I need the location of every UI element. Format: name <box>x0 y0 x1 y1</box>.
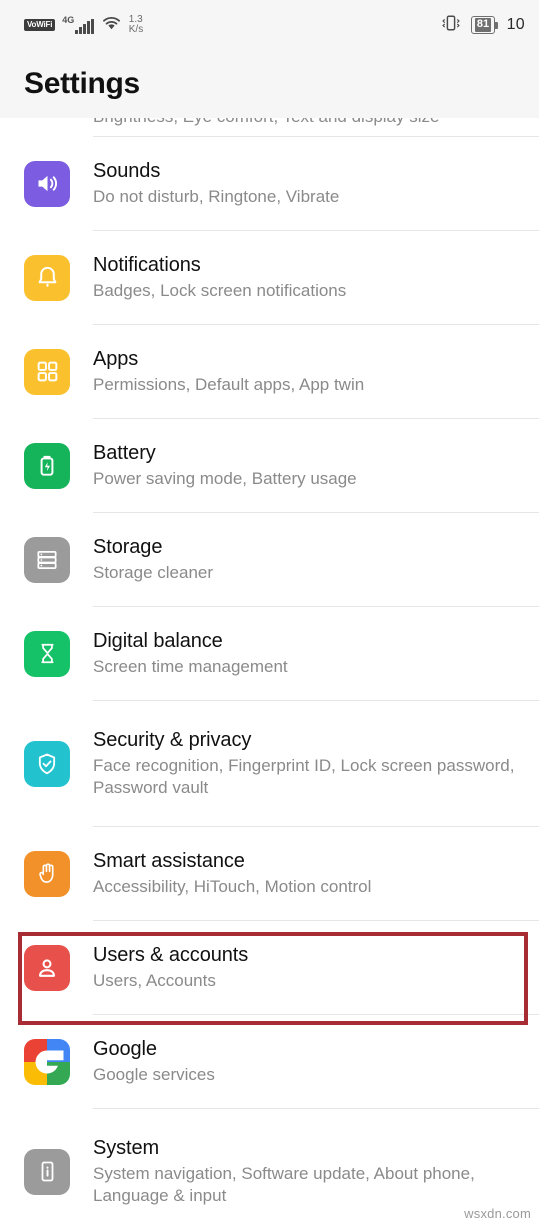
list-item-subtitle: Google services <box>93 1065 215 1085</box>
list-item-subtitle: Badges, Lock screen notifications <box>93 281 347 301</box>
status-bar-right: 81 10 <box>440 14 525 37</box>
battery-icon <box>24 442 70 489</box>
status-bar: VoWiFi 4G 1.3 K/s 81 10 <box>0 0 539 50</box>
list-item-text: Smart assistance Accessibility, HiTouch,… <box>93 849 385 899</box>
settings-screen: VoWiFi 4G 1.3 K/s 81 10 Settings Sounds … <box>0 0 539 1227</box>
list-item-text: Digital balance Screen time management <box>93 629 302 679</box>
list-item-text: Apps Permissions, Default apps, App twin <box>93 347 378 397</box>
vowifi-icon: VoWiFi <box>24 19 56 31</box>
list-item-security-privacy[interactable]: Security & privacy Face recognition, Fin… <box>0 701 539 826</box>
speaker-icon <box>24 160 70 207</box>
list-item-subtitle: Face recognition, Fingerprint ID, Lock s… <box>93 756 515 798</box>
list-item-title: Apps <box>93 347 139 370</box>
list-item-smart-assistance[interactable]: Smart assistance Accessibility, HiTouch,… <box>0 827 539 920</box>
vibrate-icon <box>440 14 462 37</box>
list-item-text: Users & accounts Users, Accounts <box>93 943 262 993</box>
list-item-battery[interactable]: Battery Power saving mode, Battery usage <box>0 419 539 512</box>
battery-percent-label: 81 <box>474 18 492 32</box>
list-item-title: Security & privacy <box>93 728 252 751</box>
list-item-subtitle: System navigation, Software update, Abou… <box>93 1164 475 1206</box>
list-item-text: Security & privacy Face recognition, Fin… <box>93 728 539 800</box>
list-item-sounds[interactable]: Sounds Do not disturb, Ringtone, Vibrate <box>0 137 539 230</box>
google-icon <box>24 1038 70 1085</box>
list-item-text: System System navigation, Software updat… <box>93 1136 539 1208</box>
storage-icon <box>24 536 70 583</box>
list-item-title: Google <box>93 1037 157 1060</box>
list-item-title: Smart assistance <box>93 849 245 872</box>
list-item-subtitle: Permissions, Default apps, App twin <box>93 375 365 395</box>
shield-check-icon <box>24 740 70 787</box>
clock-label: 10 <box>506 16 525 33</box>
cellular-signal-icon: 4G <box>62 16 94 34</box>
list-item-text: Notifications Badges, Lock screen notifi… <box>93 253 360 303</box>
status-bar-left: VoWiFi 4G 1.3 K/s <box>24 13 144 36</box>
settings-list[interactable]: Brightness, Eye comfort, Text and displa… <box>0 118 539 1227</box>
list-item-title: Sounds <box>93 159 161 182</box>
watermark-label: wsxdn.com <box>464 1206 531 1221</box>
list-item-notifications[interactable]: Notifications Badges, Lock screen notifi… <box>0 231 539 324</box>
hourglass-icon <box>24 630 70 677</box>
apps-grid-icon <box>24 348 70 395</box>
list-item-title: Digital balance <box>93 629 223 652</box>
wifi-icon <box>101 15 122 36</box>
system-info-icon <box>24 1148 70 1195</box>
bell-icon <box>24 254 70 301</box>
list-item-subtitle: Brightness, Eye comfort, Text and displa… <box>93 118 439 127</box>
list-item-subtitle: Accessibility, HiTouch, Motion control <box>93 877 372 897</box>
list-item-users-accounts[interactable]: Users & accounts Users, Accounts <box>0 921 539 1014</box>
list-item-text: Google Google services <box>93 1037 229 1087</box>
page-title: Settings <box>24 67 140 100</box>
list-item-text: Sounds Do not disturb, Ringtone, Vibrate <box>93 159 353 209</box>
list-item-subtitle: Screen time management <box>93 657 288 677</box>
list-item-system[interactable]: System System navigation, Software updat… <box>0 1109 539 1227</box>
list-item-storage[interactable]: Storage Storage cleaner <box>0 513 539 606</box>
list-item-google[interactable]: Google Google services <box>0 1015 539 1108</box>
user-icon <box>24 944 70 991</box>
list-item-digital-balance[interactable]: Digital balance Screen time management <box>0 607 539 700</box>
list-item-subtitle: Users, Accounts <box>93 971 216 991</box>
list-item-title: Battery <box>93 441 156 464</box>
list-item-title: Users & accounts <box>93 943 249 966</box>
data-rate-indicator: 1.3 K/s <box>128 13 144 35</box>
list-item-text: Battery Power saving mode, Battery usage <box>93 441 371 491</box>
list-item-subtitle: Do not disturb, Ringtone, Vibrate <box>93 187 340 207</box>
page-header: Settings <box>0 50 539 118</box>
list-item-apps[interactable]: Apps Permissions, Default apps, App twin <box>0 325 539 418</box>
list-item-title: Storage <box>93 535 163 558</box>
list-item-title: System <box>93 1136 160 1159</box>
signal-bars-icon <box>75 19 94 34</box>
list-item-title: Notifications <box>93 253 201 276</box>
hand-icon <box>24 850 70 897</box>
list-item-subtitle: Power saving mode, Battery usage <box>93 469 357 489</box>
battery-status-icon: 81 <box>470 16 498 34</box>
list-item-subtitle: Storage cleaner <box>93 563 214 583</box>
list-item-text: Storage Storage cleaner <box>93 535 227 585</box>
list-item-display-clipped[interactable]: Brightness, Eye comfort, Text and displa… <box>0 118 539 136</box>
